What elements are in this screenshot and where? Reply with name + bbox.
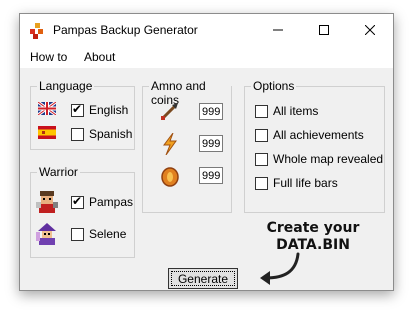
all-items-label: All items [273, 104, 319, 118]
coin-icon [161, 167, 179, 187]
app-window: Pampas Backup Generator How to About Lan… [19, 13, 394, 291]
coins-count-input[interactable]: 999 [199, 167, 223, 184]
window-title: Pampas Backup Generator [53, 23, 198, 37]
menu-bar: How to About [20, 46, 393, 68]
arrows-count-input[interactable]: 999 [199, 103, 223, 120]
options-group: Options All items All achievements Whole… [244, 79, 385, 213]
all-items-checkbox[interactable] [255, 105, 268, 118]
maximize-icon [319, 25, 329, 35]
menu-how-to[interactable]: How to [30, 50, 67, 64]
ammo-group: Amno and coins 999 999 999 [142, 79, 232, 213]
pampas-checkbox[interactable]: ✔ [71, 194, 84, 209]
arrow-icon [161, 103, 178, 120]
pampas-label: Pampas [89, 195, 134, 209]
menu-about[interactable]: About [84, 50, 115, 64]
title-bar[interactable]: Pampas Backup Generator [20, 14, 393, 46]
pampas-app-icon [30, 23, 43, 39]
lightning-count-input[interactable]: 999 [199, 135, 223, 152]
lightning-icon [163, 133, 177, 155]
full-life-bars-label: Full life bars [273, 176, 338, 190]
annotation-text: Create your DATA.BIN [258, 220, 368, 254]
client-area: Language ✔ English Spanish Warrior ✔ Pam… [20, 68, 393, 290]
spanish-label: Spanish [89, 127, 133, 141]
spain-flag-icon [38, 126, 56, 139]
language-group-label: Language [37, 79, 95, 93]
all-achievements-checkbox[interactable] [255, 129, 268, 142]
selene-portrait-icon [36, 223, 56, 245]
maximize-button[interactable] [301, 14, 347, 46]
selene-label: Selene [89, 227, 127, 241]
all-achievements-label: All achievements [273, 128, 364, 142]
annotation-line-1: Create your [266, 220, 360, 236]
whole-map-label: Whole map revealed [273, 152, 384, 166]
generate-button[interactable]: Generate [168, 268, 238, 289]
warrior-group: Warrior ✔ Pampas Selene [30, 165, 135, 258]
whole-map-checkbox[interactable] [255, 153, 268, 166]
minimize-icon [273, 29, 283, 31]
close-icon [365, 25, 375, 35]
uk-flag-icon [38, 102, 56, 115]
english-label: English [89, 103, 129, 117]
minimize-button[interactable] [255, 14, 301, 46]
english-checkbox[interactable]: ✔ [71, 102, 84, 117]
full-life-bars-checkbox[interactable] [255, 177, 268, 190]
close-button[interactable] [347, 14, 393, 46]
warrior-group-label: Warrior [37, 165, 80, 179]
pampas-portrait-icon [36, 191, 58, 213]
selene-checkbox[interactable] [71, 228, 84, 241]
spanish-checkbox[interactable] [71, 128, 84, 141]
curved-arrow-icon [260, 252, 300, 285]
language-group: Language ✔ English Spanish [30, 79, 135, 150]
options-group-label: Options [251, 79, 297, 93]
